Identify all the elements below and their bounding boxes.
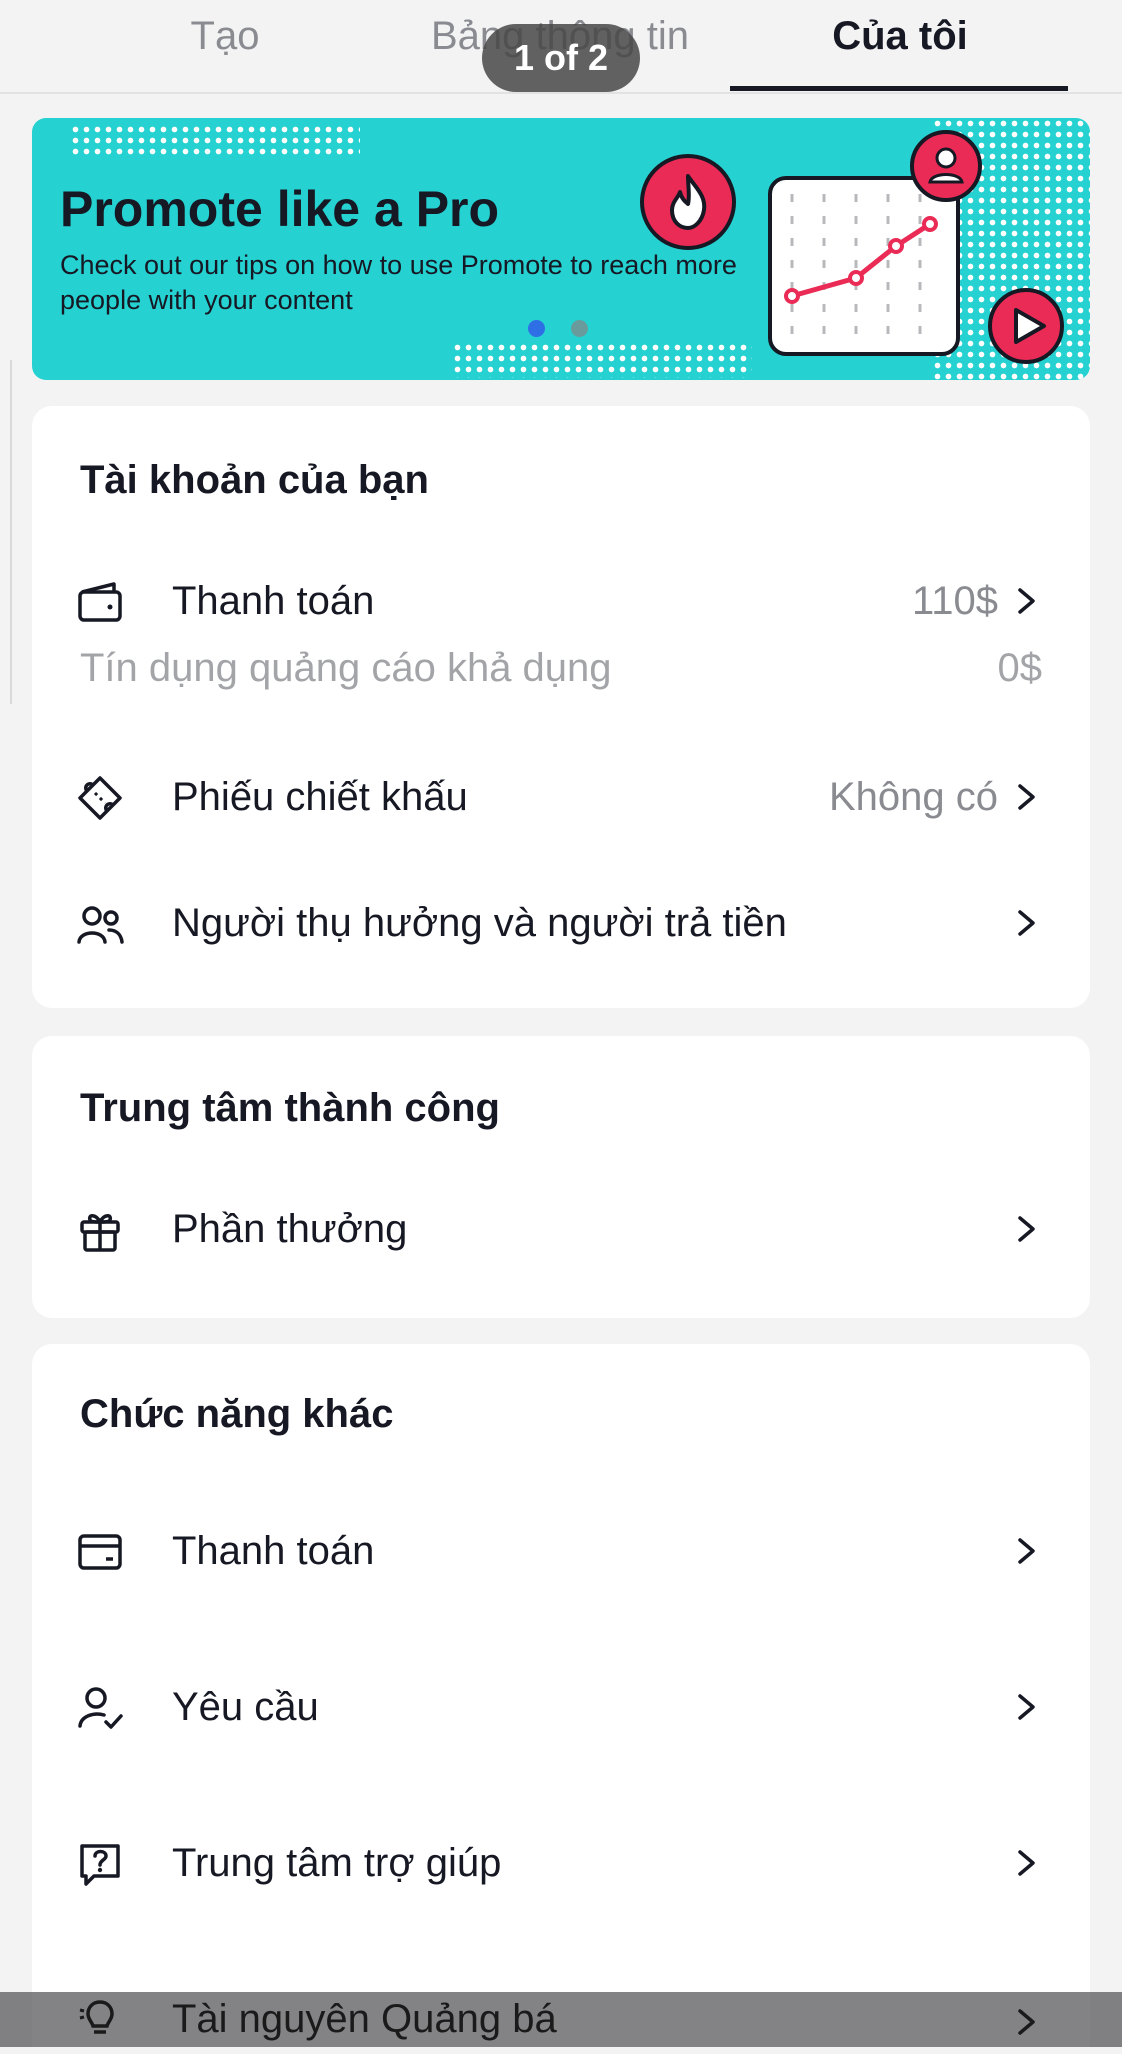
- banner-dot-pattern: [70, 124, 360, 158]
- ad-credit-value: 0$: [997, 646, 1043, 690]
- help-center-row[interactable]: Trung tâm trợ giúp: [32, 1818, 1090, 1908]
- carousel-dot[interactable]: [571, 320, 588, 337]
- payment-value: 110$: [911, 579, 998, 623]
- requests-label: Yêu cầu: [172, 1685, 319, 1729]
- coupon-icon: [78, 776, 122, 820]
- chevron-right-icon: [1018, 2009, 1035, 2035]
- chevron-right-icon: [1018, 1538, 1035, 1564]
- banner-dot-pattern: [452, 342, 752, 378]
- card-icon: [78, 1534, 122, 1570]
- promo-banner[interactable]: Promote like a Pro Check out our tips on…: [32, 118, 1090, 380]
- person-icon: [910, 130, 982, 202]
- user-check-icon: [78, 1687, 123, 1729]
- coupon-label: Phiếu chiết khấu: [172, 775, 468, 819]
- billing-label: Thanh toán: [172, 1529, 375, 1573]
- section-title: Trung tâm thành công: [80, 1086, 500, 1130]
- chevron-right-icon: [1018, 784, 1035, 810]
- coupon-row[interactable]: Phiếu chiết khấu Không có: [32, 752, 1090, 842]
- help-icon: [80, 1844, 120, 1886]
- play-icon: [988, 288, 1064, 364]
- wallet-icon: [78, 582, 122, 622]
- chevron-right-icon: [1018, 1216, 1035, 1242]
- payment-label: Thanh toán: [172, 579, 375, 623]
- help-center-label: Trung tâm trợ giúp: [172, 1841, 502, 1885]
- payment-row[interactable]: Thanh toán 110$: [32, 556, 1090, 646]
- promotion-resources-row[interactable]: Tài nguyên Quảng bá: [32, 1984, 1090, 2047]
- chevron-right-icon: [1018, 1694, 1035, 1720]
- banner-subtitle: Check out our tips on how to use Promote…: [60, 250, 737, 315]
- billing-row[interactable]: Thanh toán: [32, 1506, 1090, 1596]
- promotion-resources-label: Tài nguyên Quảng bá: [172, 1997, 557, 2041]
- beneficiary-payer-row[interactable]: Người thụ hưởng và người trả tiền: [32, 878, 1090, 968]
- people-icon: [77, 906, 124, 944]
- rewards-row[interactable]: Phần thưởng: [32, 1184, 1090, 1274]
- carousel-indicator: [528, 320, 614, 340]
- other-functions-section: Chức năng khác Thanh toán Yêu cầu Trung …: [32, 1344, 1090, 2047]
- tab-create[interactable]: Tạo: [140, 6, 310, 66]
- section-title: Tài khoản của bạn: [80, 458, 429, 502]
- chevron-right-icon: [1018, 910, 1035, 936]
- chevron-right-icon: [1018, 1850, 1035, 1876]
- page-counter-badge: 1 of 2: [482, 24, 640, 92]
- lightbulb-icon: [79, 2000, 114, 2034]
- coupon-value: Không có: [828, 775, 998, 819]
- active-tab-indicator: [730, 86, 1068, 91]
- fire-icon: [640, 154, 736, 250]
- rewards-label: Phần thưởng: [172, 1207, 408, 1251]
- account-section: Tài khoản của bạn Thanh toán 110$ Tín dụ…: [32, 406, 1090, 1008]
- chevron-right-icon: [1018, 588, 1035, 614]
- ad-credit-row: Tín dụng quảng cáo khả dụng 0$: [80, 638, 1042, 698]
- ad-credit-label: Tín dụng quảng cáo khả dụng: [80, 646, 612, 690]
- tab-mine[interactable]: Của tôi: [730, 6, 1070, 66]
- banner-title: Promote like a Pro: [60, 181, 500, 237]
- scroll-edge: [0, 360, 12, 704]
- gift-icon: [80, 1214, 120, 1252]
- beneficiary-payer-label: Người thụ hưởng và người trả tiền: [172, 901, 787, 945]
- carousel-dot-active[interactable]: [528, 320, 545, 337]
- section-title: Chức năng khác: [80, 1392, 394, 1436]
- requests-row[interactable]: Yêu cầu: [32, 1662, 1090, 1752]
- success-center-section: Trung tâm thành công Phần thưởng: [32, 1036, 1090, 1318]
